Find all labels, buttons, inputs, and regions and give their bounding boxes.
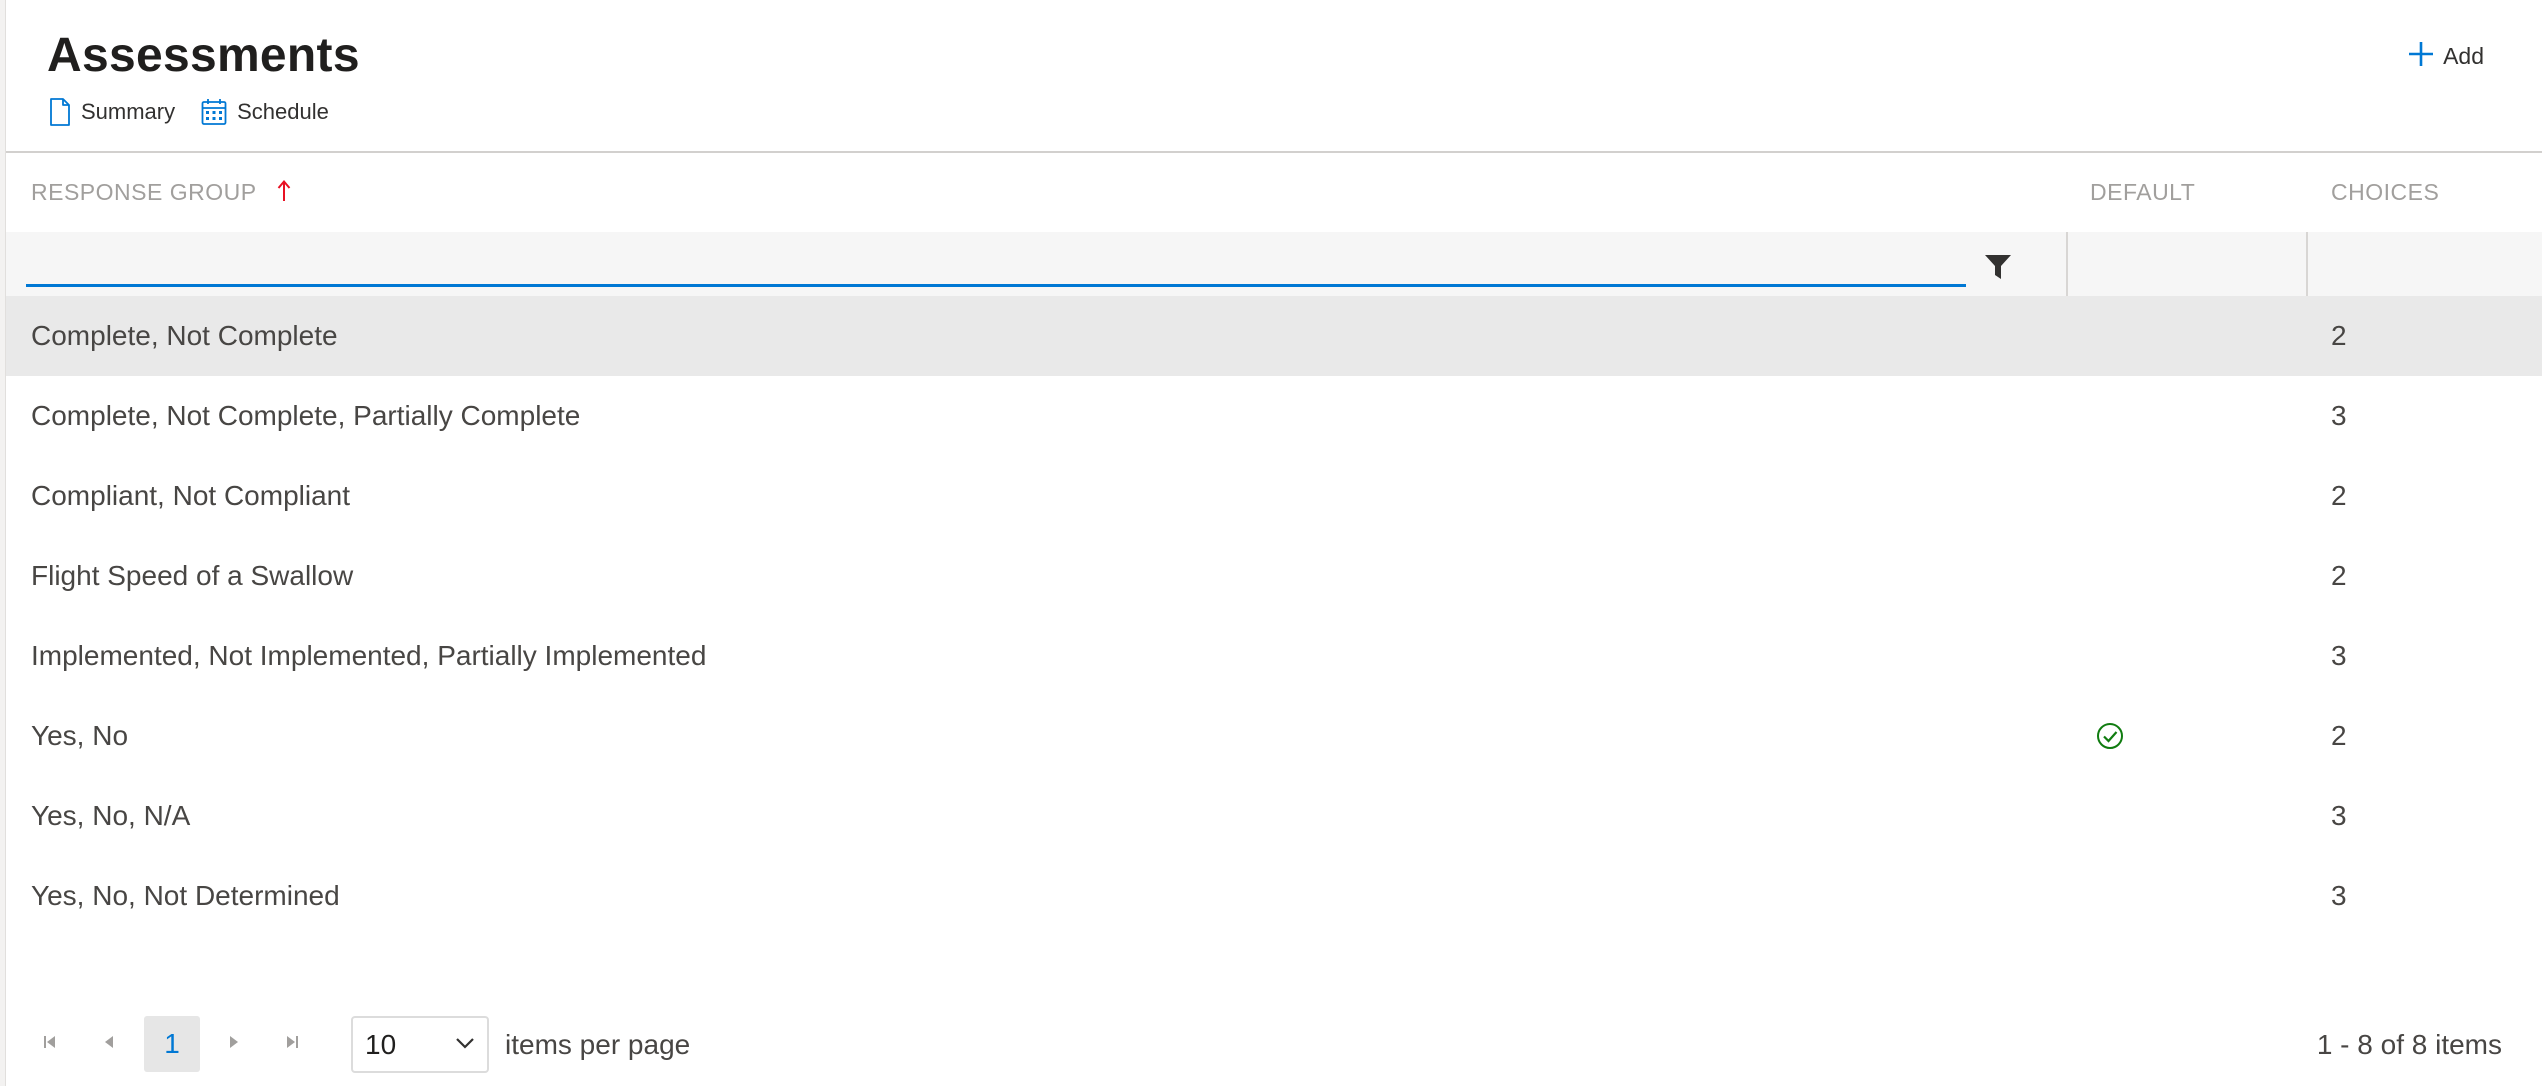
grid-body: Complete, Not Complete 2 Complete, Not Com… xyxy=(6,296,2542,936)
table-row[interactable]: Complete, Not Complete, Partially Comple… xyxy=(6,376,2542,456)
column-header-response-group-label: RESPONSE GROUP xyxy=(31,179,257,205)
choices-cell: 3 xyxy=(2331,400,2347,431)
table-row[interactable]: Flight Speed of a Swallow 2 xyxy=(6,536,2542,616)
choices-cell: 2 xyxy=(2331,320,2347,351)
items-per-page-label: items per page xyxy=(505,1029,691,1060)
filter-icon[interactable] xyxy=(1984,254,2012,280)
next-page-icon xyxy=(225,1034,241,1055)
choices-cell: 2 xyxy=(2331,480,2347,511)
chevron-down-icon xyxy=(455,1036,475,1054)
response-group-cell: Implemented, Not Implemented, Partially … xyxy=(31,640,707,671)
add-button-label: Add xyxy=(2443,43,2484,69)
schedule-link-label: Schedule xyxy=(237,99,329,124)
filter-divider xyxy=(2306,232,2308,296)
column-header-response-group[interactable]: RESPONSE GROUP xyxy=(31,179,291,209)
header-links: Summary Schedule xyxy=(49,98,355,126)
page-1-button[interactable]: 1 xyxy=(144,1016,200,1072)
choices-cell: 2 xyxy=(2331,560,2347,591)
summary-link[interactable]: Summary xyxy=(49,98,175,126)
previous-page-button[interactable] xyxy=(82,1016,138,1072)
response-group-grid: RESPONSE GROUP DEFAULT CHOICES Complete,… xyxy=(6,155,2542,936)
sort-ascending-icon xyxy=(277,179,291,209)
page-header: Assessments Summary Schedule Add xyxy=(6,0,2542,153)
column-header-default[interactable]: DEFAULT xyxy=(2090,179,2195,206)
response-group-cell: Complete, Not Complete, Partially Comple… xyxy=(31,400,581,431)
last-page-icon xyxy=(284,1034,300,1055)
previous-page-icon xyxy=(102,1034,118,1055)
choices-cell: 3 xyxy=(2331,880,2347,911)
table-row[interactable]: Yes, No, N/A 3 xyxy=(6,776,2542,856)
summary-link-label: Summary xyxy=(81,99,176,124)
pager-info: 1 - 8 of 8 items xyxy=(2316,1029,2502,1060)
response-group-cell: Complete, Not Complete xyxy=(31,320,338,351)
grid-header-row: RESPONSE GROUP DEFAULT CHOICES xyxy=(6,155,2542,232)
next-page-button[interactable] xyxy=(205,1016,261,1072)
first-page-button[interactable] xyxy=(22,1016,78,1072)
table-row[interactable]: Implemented, Not Implemented, Partially … xyxy=(6,616,2542,696)
choices-cell: 3 xyxy=(2331,800,2347,831)
first-page-icon xyxy=(42,1034,58,1055)
add-button[interactable]: Add xyxy=(2407,40,2484,73)
last-page-button[interactable] xyxy=(264,1016,320,1072)
response-group-cell: Yes, No xyxy=(31,720,129,751)
response-group-cell: Yes, No, N/A xyxy=(31,800,191,831)
schedule-link[interactable]: Schedule xyxy=(201,98,329,126)
page-size-dropdown[interactable]: 10 xyxy=(351,1016,489,1073)
column-header-choices[interactable]: CHOICES xyxy=(2331,179,2439,206)
table-row[interactable]: Yes, No 2 xyxy=(6,696,2542,776)
table-row[interactable]: Yes, No, Not Determined 3 xyxy=(6,856,2542,936)
page-size-value: 10 xyxy=(365,1028,397,1060)
filter-row xyxy=(6,232,2542,296)
filter-divider xyxy=(2066,232,2068,296)
plus-icon xyxy=(2407,40,2435,73)
document-icon xyxy=(49,98,71,126)
check-circle-icon xyxy=(2097,723,2123,749)
choices-cell: 2 xyxy=(2331,720,2347,751)
calendar-icon xyxy=(201,98,227,126)
pager: 1 10 items per page 1 - 8 of 8 items xyxy=(6,1010,2542,1074)
response-group-filter-input[interactable] xyxy=(26,232,1966,287)
response-group-cell: Compliant, Not Compliant xyxy=(31,480,351,511)
choices-cell: 3 xyxy=(2331,640,2347,671)
response-group-cell: Flight Speed of a Swallow xyxy=(31,560,354,591)
table-row[interactable]: Complete, Not Complete 2 xyxy=(6,296,2542,376)
page-title: Assessments xyxy=(47,29,360,82)
response-group-cell: Yes, No, Not Determined xyxy=(31,880,340,911)
table-row[interactable]: Compliant, Not Compliant 2 xyxy=(6,456,2542,536)
